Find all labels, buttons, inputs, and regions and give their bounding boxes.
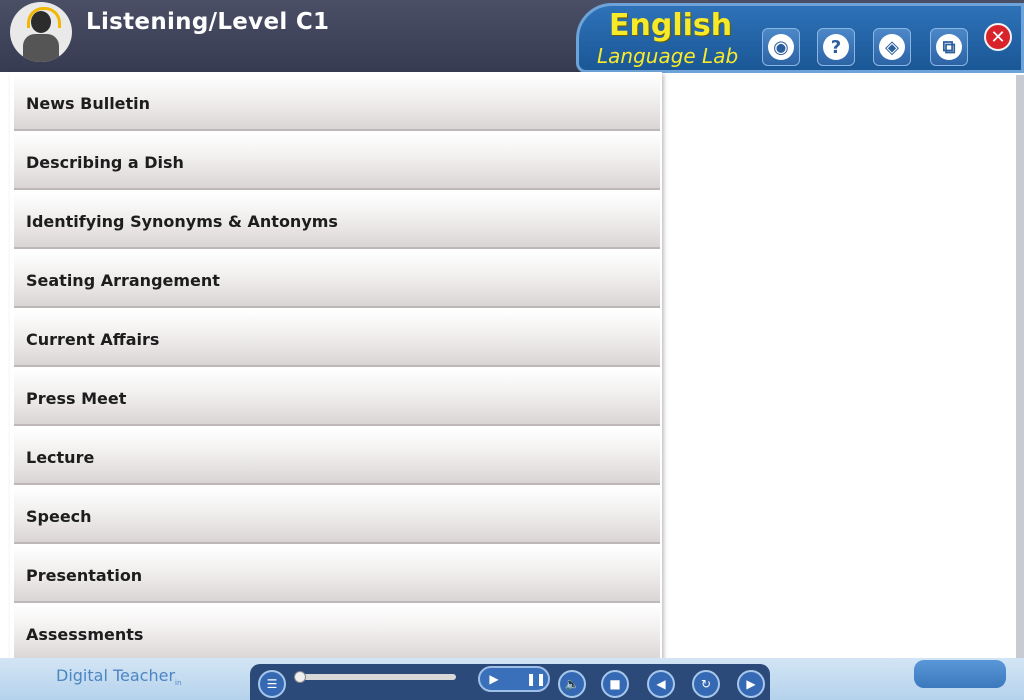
replay-icon: ↻ — [700, 677, 712, 691]
menu-item-news-bulletin[interactable]: News Bulletin — [14, 75, 660, 131]
menu-item-synonyms-antonyms[interactable]: Identifying Synonyms & Antonyms — [14, 193, 660, 249]
menu-item-label: Speech — [26, 507, 92, 526]
menu-item-lecture[interactable]: Lecture — [14, 429, 660, 485]
digital-teacher-logo: Digital Teacherin — [56, 666, 181, 687]
page-indicator-button[interactable] — [914, 660, 1006, 688]
stop-button[interactable]: ■ — [601, 670, 629, 698]
menu-item-press-meet[interactable]: Press Meet — [14, 370, 660, 426]
stop-icon: ■ — [609, 677, 621, 691]
lesson-menu: News Bulletin Describing a Dish Identify… — [10, 72, 662, 668]
seek-bar[interactable] — [296, 674, 456, 680]
page-title: Listening/Level C1 — [86, 9, 330, 35]
camera-button[interactable]: ◉ — [762, 28, 800, 66]
scrollbar[interactable] — [1016, 75, 1024, 658]
speaker-icon: 🔈 — [564, 677, 580, 691]
close-icon: ✕ — [990, 26, 1006, 48]
menu-item-label: Describing a Dish — [26, 153, 184, 172]
replay-button[interactable]: ↻ — [692, 670, 720, 698]
menu-item-speech[interactable]: Speech — [14, 488, 660, 544]
next-button[interactable]: ▶ — [737, 670, 765, 698]
menu-item-label: Identifying Synonyms & Antonyms — [26, 212, 338, 231]
play-icon: ▶ — [489, 672, 499, 686]
header-bar: Listening/Level C1 English Language Lab … — [0, 0, 1024, 73]
menu-tree-button[interactable]: ☰ — [258, 670, 286, 698]
menu-item-label: Press Meet — [26, 389, 127, 408]
pause-icon: ❚❚ — [525, 672, 547, 686]
menu-item-describing-a-dish[interactable]: Describing a Dish — [14, 134, 660, 190]
camera-icon: ◉ — [768, 34, 794, 60]
brand-language-lab-text: Language Lab — [597, 44, 739, 68]
window-button[interactable]: ⧉ — [930, 28, 968, 66]
menu-item-label: News Bulletin — [26, 94, 151, 113]
menu-item-label: Assessments — [26, 625, 144, 644]
menu-item-label: Current Affairs — [26, 330, 160, 349]
menu-item-seating-arrangement[interactable]: Seating Arrangement — [14, 252, 660, 308]
left-arrow-icon: ◀ — [656, 677, 666, 691]
listener-avatar-icon — [10, 2, 72, 62]
eraser-icon: ◈ — [879, 34, 905, 60]
menu-item-assessments[interactable]: Assessments — [14, 606, 660, 662]
eraser-button[interactable]: ◈ — [873, 28, 911, 66]
seek-handle[interactable] — [294, 671, 306, 683]
back-button[interactable]: ◀ — [647, 670, 675, 698]
brand-english-text: English — [609, 8, 733, 43]
play-button[interactable]: ▶ — [481, 666, 507, 692]
question-mark-icon: ? — [823, 34, 849, 60]
menu-item-presentation[interactable]: Presentation — [14, 547, 660, 603]
logo-suffix: in — [175, 679, 182, 688]
menu-item-label: Lecture — [26, 448, 95, 467]
volume-button[interactable]: 🔈 — [558, 670, 586, 698]
right-arrow-icon: ▶ — [746, 677, 756, 691]
menu-item-current-affairs[interactable]: Current Affairs — [14, 311, 660, 367]
tree-icon: ☰ — [266, 677, 278, 691]
pause-button[interactable]: ❚❚ — [523, 666, 549, 692]
logo-text: Digital Teacher — [56, 666, 176, 685]
menu-item-label: Seating Arrangement — [26, 271, 220, 290]
close-button[interactable]: ✕ — [984, 23, 1012, 51]
menu-item-label: Presentation — [26, 566, 143, 585]
help-button[interactable]: ? — [817, 28, 855, 66]
window-icon: ⧉ — [936, 34, 962, 60]
content-area — [660, 75, 1021, 658]
